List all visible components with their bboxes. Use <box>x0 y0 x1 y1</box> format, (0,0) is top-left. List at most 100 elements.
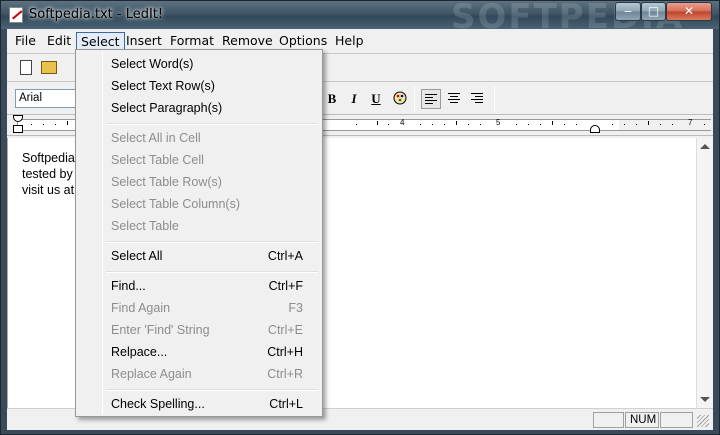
menu-item-label: Replace Again <box>111 367 192 381</box>
ruler-margin-area <box>619 119 711 131</box>
menu-separator <box>106 271 318 273</box>
menu-item-shortcut: Ctrl+R <box>267 367 303 381</box>
align-center-icon[interactable] <box>444 89 464 109</box>
menu-separator <box>106 389 318 391</box>
select-menu-dropdown: Select Word(s) Select Text Row(s) Select… <box>75 49 323 417</box>
document-line: visit us at <box>22 183 75 197</box>
vertical-scrollbar[interactable] <box>696 138 713 408</box>
menu-item-select-text-rows[interactable]: Select Text Row(s) <box>78 75 320 97</box>
menu-item-select-paragraphs[interactable]: Select Paragraph(s) <box>78 97 320 119</box>
ruler-dot <box>55 124 56 125</box>
menu-item-label: Select Table <box>111 219 179 233</box>
menu-item-label: Select Table Column(s) <box>111 197 240 211</box>
menu-edit[interactable]: Edit <box>43 32 75 51</box>
toolbar-separator <box>414 86 415 112</box>
underline-button[interactable]: U <box>366 89 386 109</box>
ruler-number: 5 <box>496 118 501 127</box>
menu-item-label: Find Again <box>111 301 171 315</box>
menu-separator <box>106 123 318 125</box>
menu-file[interactable]: File <box>11 32 40 51</box>
ruler-dot <box>564 124 565 125</box>
menu-item-select-words[interactable]: Select Word(s) <box>78 53 320 75</box>
italic-button[interactable]: I <box>344 89 364 109</box>
ruler-tick <box>456 121 457 125</box>
menu-item-shortcut: Ctrl+A <box>267 249 303 263</box>
menu-item-select-table-cell[interactable]: Select Table Cell <box>78 149 320 171</box>
menu-item-select-all-in-cell[interactable]: Select All in Cell <box>78 127 320 149</box>
menu-item-shortcut: Ctrl+F <box>268 279 303 293</box>
ruler-dot <box>468 124 469 125</box>
menu-item-shortcut: Ctrl+E <box>267 323 303 337</box>
menu-separator <box>106 241 318 243</box>
menu-item-label: Select All <box>111 249 163 263</box>
align-right-icon[interactable] <box>467 89 487 109</box>
ruler-dot <box>43 124 44 125</box>
status-panel-num: NUM <box>625 412 659 428</box>
menu-item-label: Enter 'Find' String <box>111 323 210 337</box>
minimize-button[interactable]: ‒ <box>615 2 641 21</box>
ruler-dot <box>612 124 613 125</box>
ruler-dot <box>444 124 445 125</box>
scroll-down-icon[interactable] <box>700 397 710 402</box>
ruler-tick <box>552 121 553 125</box>
menu-item-label: Select Word(s) <box>111 57 194 71</box>
menu-help[interactable]: Help <box>331 32 368 51</box>
maximize-button[interactable]: □ <box>641 2 666 21</box>
ruler-dot <box>624 124 625 125</box>
title-bar[interactable]: SOFTPEDIA Softpedia.txt - LedIt! ‒ □ ✕ <box>1 0 719 37</box>
ruler-tick <box>377 121 378 125</box>
status-panel-scroll <box>660 412 693 428</box>
ruler-dot <box>576 124 577 125</box>
color-palette-icon[interactable] <box>390 89 410 109</box>
menu-item-enter-find-string[interactable]: Enter 'Find' String Ctrl+E <box>78 319 320 341</box>
menu-item-label: Select Text Row(s) <box>111 79 215 93</box>
menu-item-replace-again[interactable]: Replace Again Ctrl+R <box>78 363 320 385</box>
ruler-dot <box>31 124 32 125</box>
scroll-up-icon[interactable] <box>700 144 710 149</box>
ruler-dot <box>636 124 637 125</box>
menu-item-label: Relpace... <box>111 345 168 359</box>
menu-item-shortcut: Ctrl+H <box>267 345 303 359</box>
left-indent-marker-icon[interactable] <box>13 125 23 133</box>
document-line: Softpedia <box>22 151 75 165</box>
menu-item-label: Select Table Row(s) <box>111 175 222 189</box>
close-button[interactable]: ✕ <box>666 2 712 21</box>
menu-item-shortcut: F3 <box>288 301 303 315</box>
ruler-dot <box>432 124 433 125</box>
menu-item-replace[interactable]: Relpace... Ctrl+H <box>78 341 320 363</box>
ruler-dot <box>540 124 541 125</box>
ruler-dot <box>704 124 705 125</box>
font-name-combo[interactable]: Arial <box>15 89 79 108</box>
menu-item-select-all[interactable]: Select All Ctrl+A <box>78 245 320 267</box>
menu-item-select-table[interactable]: Select Table <box>78 215 320 237</box>
menu-item-label: Check Spelling... <box>111 397 205 411</box>
new-document-icon[interactable] <box>20 60 32 75</box>
menu-item-label: Select Table Cell <box>111 153 204 167</box>
ruler-dot <box>516 124 517 125</box>
right-indent-marker-icon[interactable] <box>590 125 600 133</box>
toolbar-separator <box>494 86 495 112</box>
ruler-number: 7 <box>688 118 693 127</box>
app-icon[interactable] <box>9 7 23 23</box>
menu-item-select-table-rows[interactable]: Select Table Row(s) <box>78 171 320 193</box>
menu-item-find[interactable]: Find... Ctrl+F <box>78 275 320 297</box>
ruler-dot <box>420 124 421 125</box>
ruler-dot <box>672 124 673 125</box>
ruler-tick <box>648 121 649 125</box>
document-line: tested by <box>22 167 73 181</box>
ruler-tick <box>67 121 68 125</box>
menu-item-check-spelling[interactable]: Check Spelling... Ctrl+L <box>78 393 320 415</box>
align-left-icon[interactable] <box>421 89 441 109</box>
ruler-number: 4 <box>400 118 405 127</box>
menu-bar: File Edit Select Insert Format Remove Op… <box>7 31 713 51</box>
status-panel-caps <box>593 412 624 428</box>
menu-item-select-table-columns[interactable]: Select Table Column(s) <box>78 193 320 215</box>
open-folder-icon[interactable] <box>41 61 57 74</box>
menu-item-find-again[interactable]: Find Again F3 <box>78 297 320 319</box>
ruler-dot <box>660 124 661 125</box>
bold-button[interactable]: B <box>322 89 342 109</box>
window-title: Softpedia.txt - LedIt! <box>29 7 164 22</box>
size-grip-icon[interactable] <box>697 415 709 427</box>
menu-item-label: Select Paragraph(s) <box>111 101 223 115</box>
ruler-dot <box>356 124 357 125</box>
